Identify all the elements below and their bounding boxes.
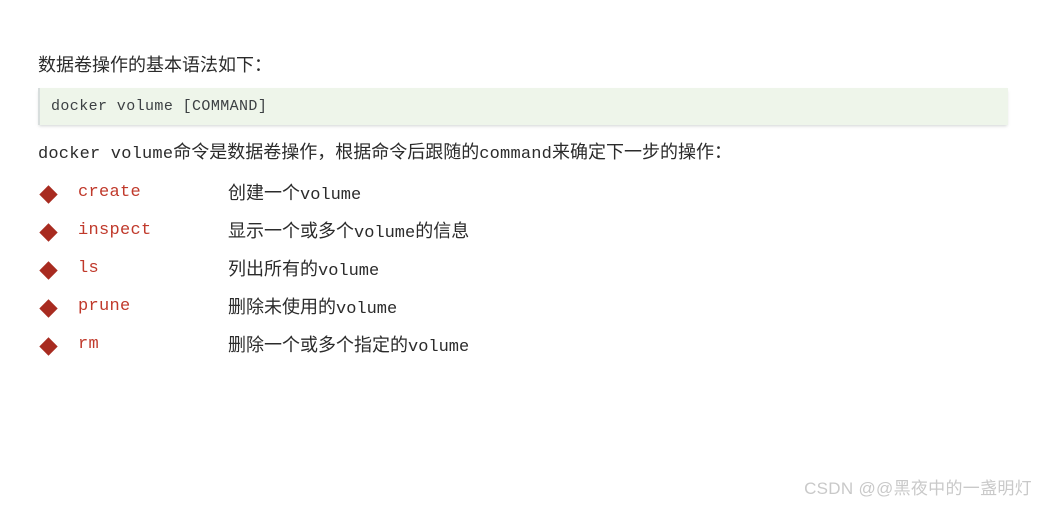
code-block-text: docker volume [COMMAND] — [51, 98, 268, 115]
intro-paragraph-text-1: 命令是数据卷操作，根据命令后跟随的 — [173, 142, 480, 162]
command-description-cjk-1: 删除一个或多个指定的 — [228, 335, 408, 355]
command-description: 删除一个或多个指定的volume — [228, 333, 469, 360]
diamond-bullet-icon — [39, 223, 58, 242]
command-description-cjk-1: 创建一个 — [228, 183, 300, 203]
diamond-bullet-icon — [39, 299, 58, 318]
command-name: rm — [78, 335, 100, 354]
code-block: docker volume [COMMAND] — [38, 88, 1008, 125]
command-description-mono: volume — [354, 224, 416, 243]
command-description-mono: volume — [408, 338, 470, 357]
command-name: create — [78, 183, 142, 202]
document-page: 数据卷操作 数据卷操作的基本语法如下： docker volume [COMMA… — [0, 0, 1046, 509]
command-description: 显示一个或多个volume的信息 — [228, 219, 469, 246]
diamond-bullet-icon — [39, 337, 58, 356]
diamond-bullet-icon — [39, 185, 58, 204]
list-item: ls 列出所有的volume — [0, 254, 1046, 292]
intro-paragraph-command-inline: command — [479, 145, 553, 164]
intro-paragraph-command: docker volume — [38, 145, 174, 164]
section-heading: 数据卷操作的基本语法如下： — [38, 55, 272, 75]
diamond-bullet-icon — [39, 261, 58, 280]
command-description-mono: volume — [300, 186, 362, 205]
csdn-watermark: CSDN @@黑夜中的一盏明灯 — [804, 479, 1032, 498]
list-item: create 创建一个volume — [0, 178, 1046, 216]
command-name: inspect — [78, 221, 152, 240]
intro-paragraph-text-2: 来确定下一步的操作： — [552, 142, 733, 162]
list-item: prune 删除未使用的volume — [0, 292, 1046, 330]
command-description-cjk-1: 显示一个或多个 — [228, 221, 354, 241]
command-description-mono: volume — [318, 262, 380, 281]
intro-paragraph: docker volume命令是数据卷操作，根据命令后跟随的command来确定… — [38, 139, 732, 168]
command-description: 删除未使用的volume — [228, 295, 397, 322]
command-name: ls — [78, 259, 100, 278]
list-item: rm 删除一个或多个指定的volume — [0, 330, 1046, 368]
command-description-cjk-2: 的信息 — [415, 221, 470, 241]
command-description-mono: volume — [336, 300, 398, 319]
list-item: inspect 显示一个或多个volume的信息 — [0, 216, 1046, 254]
command-description: 创建一个volume — [228, 181, 361, 208]
command-description-cjk-1: 列出所有的 — [228, 259, 318, 279]
command-list: create 创建一个volume inspect 显示一个或多个volume的… — [0, 178, 1046, 368]
command-name: prune — [78, 297, 131, 316]
command-description: 列出所有的volume — [228, 257, 379, 284]
command-description-cjk-1: 删除未使用的 — [228, 297, 336, 317]
